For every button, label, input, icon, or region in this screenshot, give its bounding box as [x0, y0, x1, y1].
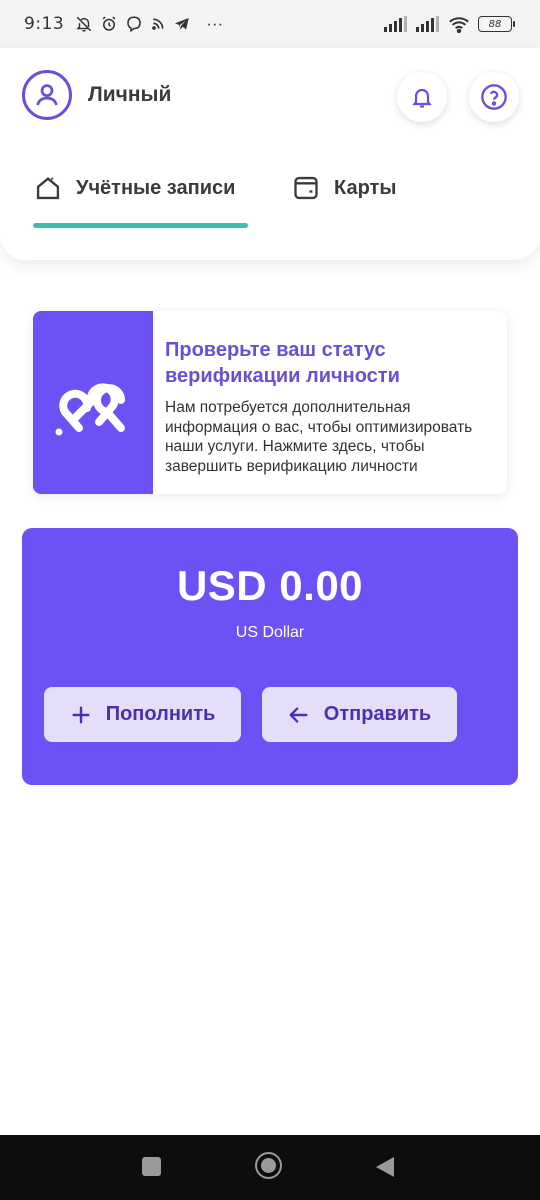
- balance-amount: USD 0.00: [176, 562, 364, 609]
- verification-title: Проверьте ваш статус верификации личност…: [165, 339, 400, 387]
- account-tabs: Учётные записи Карты: [0, 170, 540, 232]
- topup-button[interactable]: Пополнить: [44, 687, 241, 742]
- active-tab-indicator: [33, 223, 248, 228]
- home-button[interactable]: [255, 1152, 282, 1179]
- plus-icon: [72, 705, 90, 724]
- recents-button[interactable]: [142, 1157, 161, 1176]
- signal-icon-2: [416, 16, 439, 32]
- status-left: 9:13 ···: [24, 14, 223, 34]
- app-screen: 9:13 ··· 88 Личный Учётные записи Карты …: [0, 0, 540, 1200]
- rss-icon: [152, 18, 164, 30]
- tab-cards-label: Карты: [334, 176, 397, 199]
- viber-icon: [127, 16, 141, 33]
- signal-icon: [384, 16, 407, 32]
- verification-banner[interactable]: Проверьте ваш статус верификации личност…: [33, 311, 507, 494]
- wifi-icon: [449, 16, 469, 33]
- balance-currency: US Dollar: [235, 624, 305, 641]
- question-icon: [481, 84, 507, 110]
- send-label: Отправить: [323, 703, 432, 725]
- wallet-icon: [294, 176, 318, 200]
- verification-description: Нам потребуется дополнительная информаци…: [165, 399, 473, 475]
- home-icon: [36, 177, 60, 200]
- telegram-icon: [175, 18, 189, 30]
- muted-bell-icon: [76, 16, 92, 32]
- brand-logo-icon: [55, 382, 125, 435]
- back-button[interactable]: [374, 1155, 396, 1179]
- status-time: 9:13: [24, 14, 65, 34]
- profile-name: Личный: [88, 83, 172, 106]
- alarm-icon: [102, 16, 116, 31]
- status-bar: 9:13 ··· 88: [0, 0, 540, 48]
- topup-label: Пополнить: [105, 703, 216, 725]
- user-icon: [36, 84, 58, 106]
- header-card: Личный Учётные записи Карты: [0, 48, 540, 260]
- send-button[interactable]: Отправить: [262, 687, 457, 742]
- balance-card: USD 0.00 US Dollar Пополнить Отправить: [22, 528, 518, 785]
- help-button[interactable]: [469, 72, 519, 122]
- system-nav-bar: [0, 1135, 540, 1200]
- profile-button[interactable]: Личный: [22, 70, 171, 120]
- tab-accounts-label: Учётные записи: [76, 176, 236, 199]
- status-right: 88: [384, 16, 515, 33]
- verification-text: Проверьте ваш статус верификации личност…: [153, 311, 507, 494]
- status-more: ···: [206, 14, 224, 33]
- arrow-left-icon: [289, 706, 308, 723]
- battery-indicator: 88: [478, 16, 515, 32]
- avatar: [22, 70, 72, 120]
- verification-logo: [33, 311, 153, 494]
- tab-cards[interactable]: Карты: [292, 170, 396, 206]
- notifications-button[interactable]: [397, 72, 447, 122]
- bell-icon: [412, 88, 432, 108]
- tab-accounts[interactable]: Учётные записи: [34, 170, 235, 206]
- home-dot-icon: [261, 1158, 276, 1173]
